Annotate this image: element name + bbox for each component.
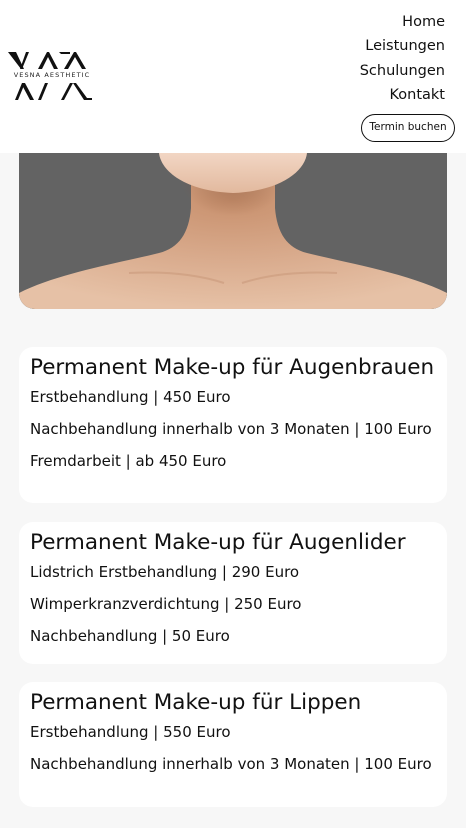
price-card-augenbrauen: Permanent Make-up für Augenbrauen Erstbe… [19, 347, 447, 503]
nav-item-schulungen[interactable]: Schulungen [360, 59, 445, 83]
nav-item-kontakt[interactable]: Kontakt [360, 83, 445, 107]
price-item: Wimperkranzverdichtung | 250 Euro [30, 595, 302, 613]
hero-image [19, 153, 447, 309]
price-item: Nachbehandlung | 50 Euro [30, 627, 230, 645]
card-title: Permanent Make-up für Augenlider [30, 530, 406, 555]
nav-item-home[interactable]: Home [360, 10, 445, 34]
card-title: Permanent Make-up für Augenbrauen [30, 355, 435, 380]
main-nav: Home Leistungen Schulungen Kontakt [360, 10, 445, 107]
price-item: Nachbehandlung innerhalb von 3 Monaten |… [30, 755, 432, 773]
book-appointment-button[interactable]: Termin buchen [361, 114, 455, 142]
price-item: Erstbehandlung | 450 Euro [30, 388, 231, 406]
logo-text: VESNA AESTHETIC [13, 71, 91, 79]
price-item: Erstbehandlung | 550 Euro [30, 723, 231, 741]
price-item: Fremdarbeit | ab 450 Euro [30, 452, 227, 470]
site-header: VESNA AESTHETIC Home Leistungen Schulung… [0, 0, 466, 153]
neck-shoulders-image-icon [19, 153, 447, 309]
brand-logo[interactable]: VESNA AESTHETIC [8, 50, 96, 104]
price-card-lippen: Permanent Make-up für Lippen Erstbehandl… [19, 682, 447, 807]
card-title: Permanent Make-up für Lippen [30, 690, 362, 715]
price-item: Nachbehandlung innerhalb von 3 Monaten |… [30, 420, 432, 438]
price-card-augenlider: Permanent Make-up für Augenlider Lidstri… [19, 522, 447, 664]
nav-item-leistungen[interactable]: Leistungen [360, 34, 445, 58]
price-item: Lidstrich Erstbehandlung | 290 Euro [30, 563, 300, 581]
